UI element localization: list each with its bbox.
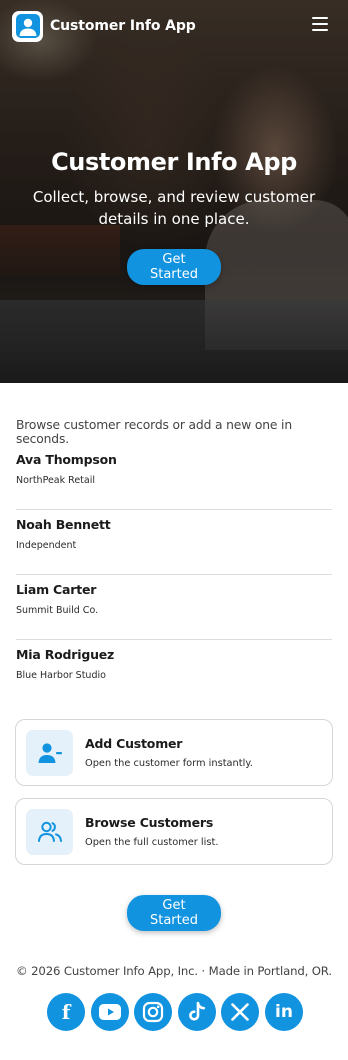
customer-name: Liam Carter: [16, 582, 97, 597]
facebook-icon[interactable]: f: [47, 993, 85, 1031]
action-icon-tile: [26, 730, 73, 776]
customer-list: Ava Thompson NorthPeak Retail Noah Benne…: [16, 445, 332, 705]
top-nav-bar: Customer Info App: [0, 0, 348, 52]
customer-list-item[interactable]: Ava Thompson NorthPeak Retail: [16, 445, 332, 510]
footer-copyright: © 2026 Customer Info App, Inc. · Made in…: [16, 964, 332, 978]
user-avatar-icon: [15, 14, 40, 38]
customer-list-item[interactable]: Mia Rodriguez Blue Harbor Studio: [16, 640, 332, 705]
bottom-get-started-button[interactable]: Get Started: [127, 895, 221, 931]
x-icon[interactable]: [221, 993, 260, 1031]
linkedin-icon[interactable]: in: [264, 993, 303, 1031]
customer-name: Noah Bennett: [16, 517, 111, 532]
customer-company: NorthPeak Retail: [16, 475, 95, 486]
add-customer-title: Add Customer: [85, 736, 183, 751]
hero-section: Customer Info App Customer Info App Coll…: [0, 0, 348, 383]
hero-title: Customer Info App: [51, 148, 297, 176]
customer-list-item[interactable]: Liam Carter Summit Build Co.: [16, 575, 332, 640]
browse-customers-title: Browse Customers: [85, 815, 214, 830]
social-links: f in: [47, 993, 303, 1031]
browse-customers-card[interactable]: Browse Customers Open the full customer …: [15, 798, 333, 865]
customer-list-item[interactable]: Noah Bennett Independent: [16, 510, 332, 575]
hero-subtitle: Collect, browse, and review customer det…: [32, 188, 316, 228]
intro-text: Browse customer records or add a new one…: [16, 418, 292, 446]
browse-customers-description: Open the full customer list.: [85, 837, 219, 848]
app-name[interactable]: Customer Info App: [50, 18, 196, 34]
app-logo[interactable]: [12, 10, 43, 42]
users-icon: [37, 821, 62, 842]
instagram-icon[interactable]: [134, 993, 173, 1031]
hero-get-started-button[interactable]: Get Started: [127, 249, 221, 285]
customer-company: Blue Harbor Studio: [16, 670, 106, 681]
customer-name: Mia Rodriguez: [16, 647, 115, 662]
user-minus-icon: [38, 743, 62, 763]
tiktok-icon[interactable]: [177, 993, 216, 1031]
customer-company: Independent: [16, 540, 77, 551]
customer-name: Ava Thompson: [16, 452, 117, 467]
add-customer-card[interactable]: Add Customer Open the customer form inst…: [15, 719, 333, 786]
action-icon-tile: [26, 809, 73, 855]
add-customer-description: Open the customer form instantly.: [85, 758, 253, 769]
youtube-icon[interactable]: [90, 993, 129, 1031]
customer-company: Summit Build Co.: [16, 605, 99, 616]
hamburger-menu-icon[interactable]: [312, 17, 328, 31]
